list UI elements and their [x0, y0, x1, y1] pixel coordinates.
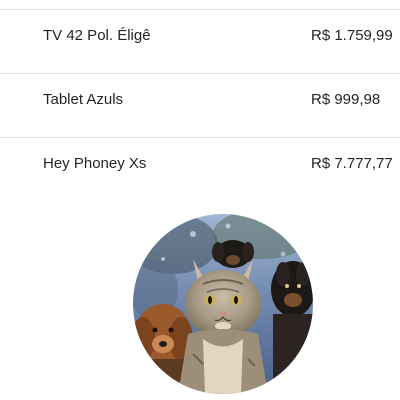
product-price: R$ 7.777,77 [311, 155, 393, 172]
product-price: R$ 999,98 [311, 91, 381, 108]
product-name: Tablet Azuls [43, 91, 124, 108]
page: TV 42 Pol. Éligê R$ 1.759,99 Tablet Azul… [0, 0, 400, 400]
product-name: Hey Phoney Xs [43, 155, 147, 172]
product-price: R$ 1.759,99 [311, 27, 393, 44]
avatar [133, 214, 313, 394]
product-name: TV 42 Pol. Éligê [43, 27, 151, 44]
table-row: Tablet Azuls R$ 999,98 [0, 74, 400, 138]
table-row: TV 42 Pol. Éligê R$ 1.759,99 [0, 10, 400, 74]
product-table: TV 42 Pol. Éligê R$ 1.759,99 Tablet Azul… [0, 9, 400, 201]
table-row: Hey Phoney Xs R$ 7.777,77 [0, 138, 400, 201]
pets-photo-avatar-icon [133, 214, 313, 394]
